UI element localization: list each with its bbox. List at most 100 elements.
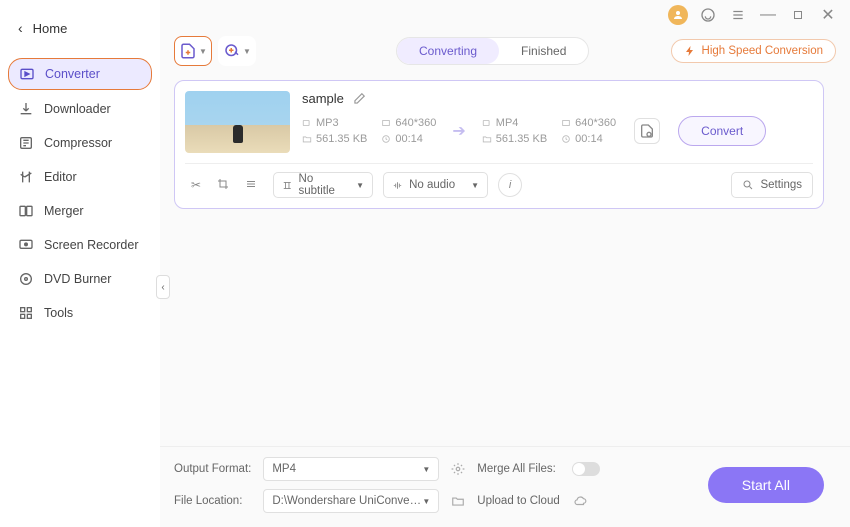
tab-converting[interactable]: Converting — [397, 38, 499, 64]
open-folder-icon[interactable] — [451, 494, 465, 508]
src-size: 561.35 KB — [316, 133, 367, 145]
file-name: sample — [302, 91, 344, 106]
merge-label: Merge All Files: — [477, 463, 559, 475]
audio-select[interactable]: No audio ▼ — [383, 172, 488, 198]
sidebar-item-editor[interactable]: Editor — [8, 162, 152, 192]
folder-icon — [482, 134, 492, 144]
sidebar-item-label: Tools — [44, 306, 73, 320]
gear-file-icon — [639, 123, 655, 139]
resolution-icon — [561, 118, 571, 128]
add-url-button[interactable]: ▼ — [218, 36, 256, 66]
edit-name-icon[interactable] — [352, 92, 366, 106]
sidebar-item-label: Merger — [44, 204, 84, 218]
sidebar-item-dvd-burner[interactable]: DVD Burner — [8, 264, 152, 294]
sidebar-item-tools[interactable]: Tools — [8, 298, 152, 328]
sidebar: ‹ Home Converter Downloader Compressor E… — [0, 0, 160, 527]
video-icon — [302, 118, 312, 128]
add-file-button[interactable]: ▼ — [174, 36, 212, 66]
output-settings-button[interactable] — [634, 118, 660, 144]
output-format-label: Output Format: — [174, 463, 251, 475]
card-settings-button[interactable]: Settings — [731, 172, 813, 198]
close-icon[interactable]: ✕ — [818, 5, 838, 25]
tab-finished[interactable]: Finished — [499, 38, 588, 64]
file-location-select[interactable]: D:\Wondershare UniConverter 1 ▼ — [263, 489, 439, 513]
folder-icon — [302, 134, 312, 144]
output-format-value: MP4 — [272, 463, 296, 475]
effects-icon[interactable] — [245, 178, 257, 193]
home-label[interactable]: Home — [33, 21, 68, 36]
dvd-icon — [18, 271, 34, 287]
titlebar: — ✕ — [160, 0, 850, 30]
high-speed-badge[interactable]: High Speed Conversion — [671, 39, 836, 63]
sidebar-item-label: Screen Recorder — [44, 238, 139, 252]
sidebar-item-merger[interactable]: Merger — [8, 196, 152, 226]
convert-button[interactable]: Convert — [678, 116, 766, 146]
chevron-down-icon: ▼ — [199, 47, 207, 56]
magnify-icon — [742, 179, 754, 191]
audio-value: No audio — [409, 179, 455, 191]
chevron-down-icon: ▼ — [243, 47, 251, 56]
sidebar-item-label: Compressor — [44, 136, 112, 150]
chevron-down-icon: ▼ — [422, 465, 430, 474]
cloud-icon[interactable] — [572, 494, 600, 508]
settings-label: Settings — [760, 179, 802, 191]
dst-format: MP4 — [496, 117, 519, 129]
chevron-down-icon: ▼ — [471, 181, 479, 190]
subtitle-select[interactable]: No subtitle ▼ — [273, 172, 373, 198]
sidebar-item-converter[interactable]: Converter — [8, 58, 152, 90]
sidebar-item-label: DVD Burner — [44, 272, 111, 286]
lightning-icon — [684, 45, 696, 57]
merger-icon — [18, 203, 34, 219]
trim-icon[interactable]: ✂ — [191, 178, 201, 193]
add-file-icon — [179, 42, 197, 60]
subtitle-icon — [282, 180, 292, 191]
src-dur: 00:14 — [395, 133, 423, 145]
crop-icon[interactable] — [217, 178, 229, 193]
file-location-label: File Location: — [174, 495, 251, 507]
editor-icon — [18, 169, 34, 185]
merge-toggle[interactable] — [572, 462, 600, 476]
sidebar-collapse-button[interactable]: ‹ — [156, 275, 170, 299]
sidebar-item-label: Downloader — [44, 102, 111, 116]
high-speed-label: High Speed Conversion — [702, 45, 823, 57]
clock-icon — [561, 134, 571, 144]
upload-label: Upload to Cloud — [477, 495, 559, 507]
minimize-icon[interactable]: — — [758, 5, 778, 25]
src-res: 640*360 — [395, 117, 436, 129]
add-url-icon — [223, 42, 241, 60]
src-format: MP3 — [316, 117, 339, 129]
dst-dur: 00:14 — [575, 133, 603, 145]
subtitle-value: No subtitle — [299, 173, 351, 197]
dst-size: 561.35 KB — [496, 133, 547, 145]
format-settings-icon[interactable] — [451, 462, 465, 476]
file-card: sample MP3 640*360 561.35 KB 00:14 ➔ — [174, 80, 824, 209]
arrow-right-icon: ➔ — [446, 121, 471, 141]
resolution-icon — [381, 118, 391, 128]
sidebar-item-screen-recorder[interactable]: Screen Recorder — [8, 230, 152, 260]
back-button[interactable]: ‹ — [18, 20, 23, 36]
video-thumbnail[interactable] — [185, 91, 290, 153]
video-icon — [482, 118, 492, 128]
downloader-icon — [18, 101, 34, 117]
screen-recorder-icon — [18, 237, 34, 253]
audio-icon — [392, 180, 403, 191]
sidebar-item-compressor[interactable]: Compressor — [8, 128, 152, 158]
maximize-icon[interactable] — [788, 5, 808, 25]
chevron-down-icon: ▼ — [356, 181, 364, 190]
clock-icon — [381, 134, 391, 144]
tools-icon — [18, 305, 34, 321]
dst-res: 640*360 — [575, 117, 616, 129]
start-all-button[interactable]: Start All — [708, 467, 824, 503]
file-location-value: D:\Wondershare UniConverter 1 — [272, 495, 422, 507]
converter-icon — [19, 66, 35, 82]
support-icon[interactable] — [698, 5, 718, 25]
compressor-icon — [18, 135, 34, 151]
menu-icon[interactable] — [728, 5, 748, 25]
output-format-select[interactable]: MP4 ▼ — [263, 457, 439, 481]
sidebar-item-label: Editor — [44, 170, 77, 184]
sidebar-item-downloader[interactable]: Downloader — [8, 94, 152, 124]
sidebar-item-label: Converter — [45, 67, 100, 81]
chevron-down-icon: ▼ — [422, 497, 430, 506]
user-avatar[interactable] — [668, 5, 688, 25]
info-button[interactable]: i — [498, 173, 522, 197]
